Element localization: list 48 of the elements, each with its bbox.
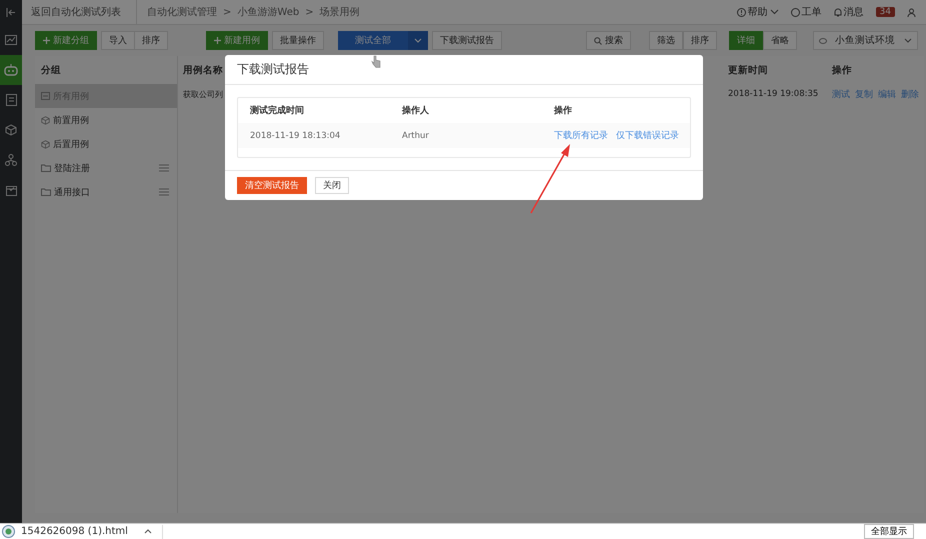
column-header: 操作	[832, 64, 852, 76]
group-heading: 分组	[41, 64, 61, 76]
import-button[interactable]: 导入	[101, 31, 135, 50]
table-cell: 2018-11-19 18:13:04	[250, 130, 340, 140]
message-count-badge: 34	[876, 7, 895, 17]
view-toggle[interactable]: 省略	[763, 31, 797, 50]
download-report-button[interactable]: 下载测试报告	[432, 31, 502, 50]
table-cell: Arthur	[402, 130, 429, 140]
messages-link[interactable]: 消息	[834, 5, 864, 19]
column-header: 用例名称	[183, 64, 223, 76]
action-link[interactable]: 编辑	[878, 88, 896, 100]
column-header: 操作人	[402, 104, 429, 117]
filter-button[interactable]: 筛选	[649, 31, 683, 50]
breadcrumb-item[interactable]: 小鱼游游Web	[237, 5, 300, 19]
action-link[interactable]: 复制	[855, 88, 873, 100]
new-case-button[interactable]: 新建用例	[206, 31, 268, 50]
back-link[interactable]: 返回自动化测试列表	[22, 0, 137, 24]
download-link[interactable]: 仅下载错误记录	[616, 129, 679, 142]
test-all-button[interactable]: 测试全部	[338, 31, 408, 50]
group-item[interactable]: 后置用例	[35, 132, 177, 156]
breadcrumb-item[interactable]: 场景用例	[320, 5, 360, 19]
sort-button[interactable]: 排序	[134, 31, 168, 50]
breadcrumb-separator: >	[223, 6, 232, 18]
breadcrumb-separator: >	[305, 6, 314, 18]
table-cell: 2018-11-19 19:08:35	[728, 89, 818, 99]
action-link[interactable]: 测试	[832, 88, 850, 100]
batch-button[interactable]: 批量操作	[272, 31, 324, 50]
close-button[interactable]: 关闭	[315, 177, 349, 194]
dialog-title: 下载测试报告	[237, 61, 309, 78]
download-file-name[interactable]: 1542626098 (1).html	[21, 526, 128, 537]
column-header: 操作	[554, 104, 572, 117]
help-menu[interactable]: 帮助	[736, 5, 779, 19]
view-toggle[interactable]: 详细	[729, 31, 763, 50]
group-item[interactable]: 登陆注册	[35, 156, 177, 180]
group-item[interactable]: 通用接口	[35, 180, 177, 204]
show-all-button[interactable]: 全部显示	[864, 524, 914, 539]
download-link[interactable]: 下载所有记录	[554, 129, 608, 142]
new-group-button[interactable]: 新建分组	[35, 31, 97, 50]
group-item[interactable]: 前置用例	[35, 108, 177, 132]
clear-report-button[interactable]: 清空测试报告	[237, 177, 307, 194]
search-button[interactable]: 搜索	[586, 31, 631, 50]
column-header: 更新时间	[728, 64, 768, 76]
ticket-link[interactable]: 工单	[790, 5, 822, 19]
sort-button[interactable]: 排序	[683, 31, 717, 50]
column-header: 测试完成时间	[250, 104, 304, 117]
action-link[interactable]: 删除	[901, 88, 919, 100]
environment-select[interactable]: 小鱼测试环境	[813, 31, 918, 50]
breadcrumb-item[interactable]: 自动化测试管理	[147, 5, 217, 19]
